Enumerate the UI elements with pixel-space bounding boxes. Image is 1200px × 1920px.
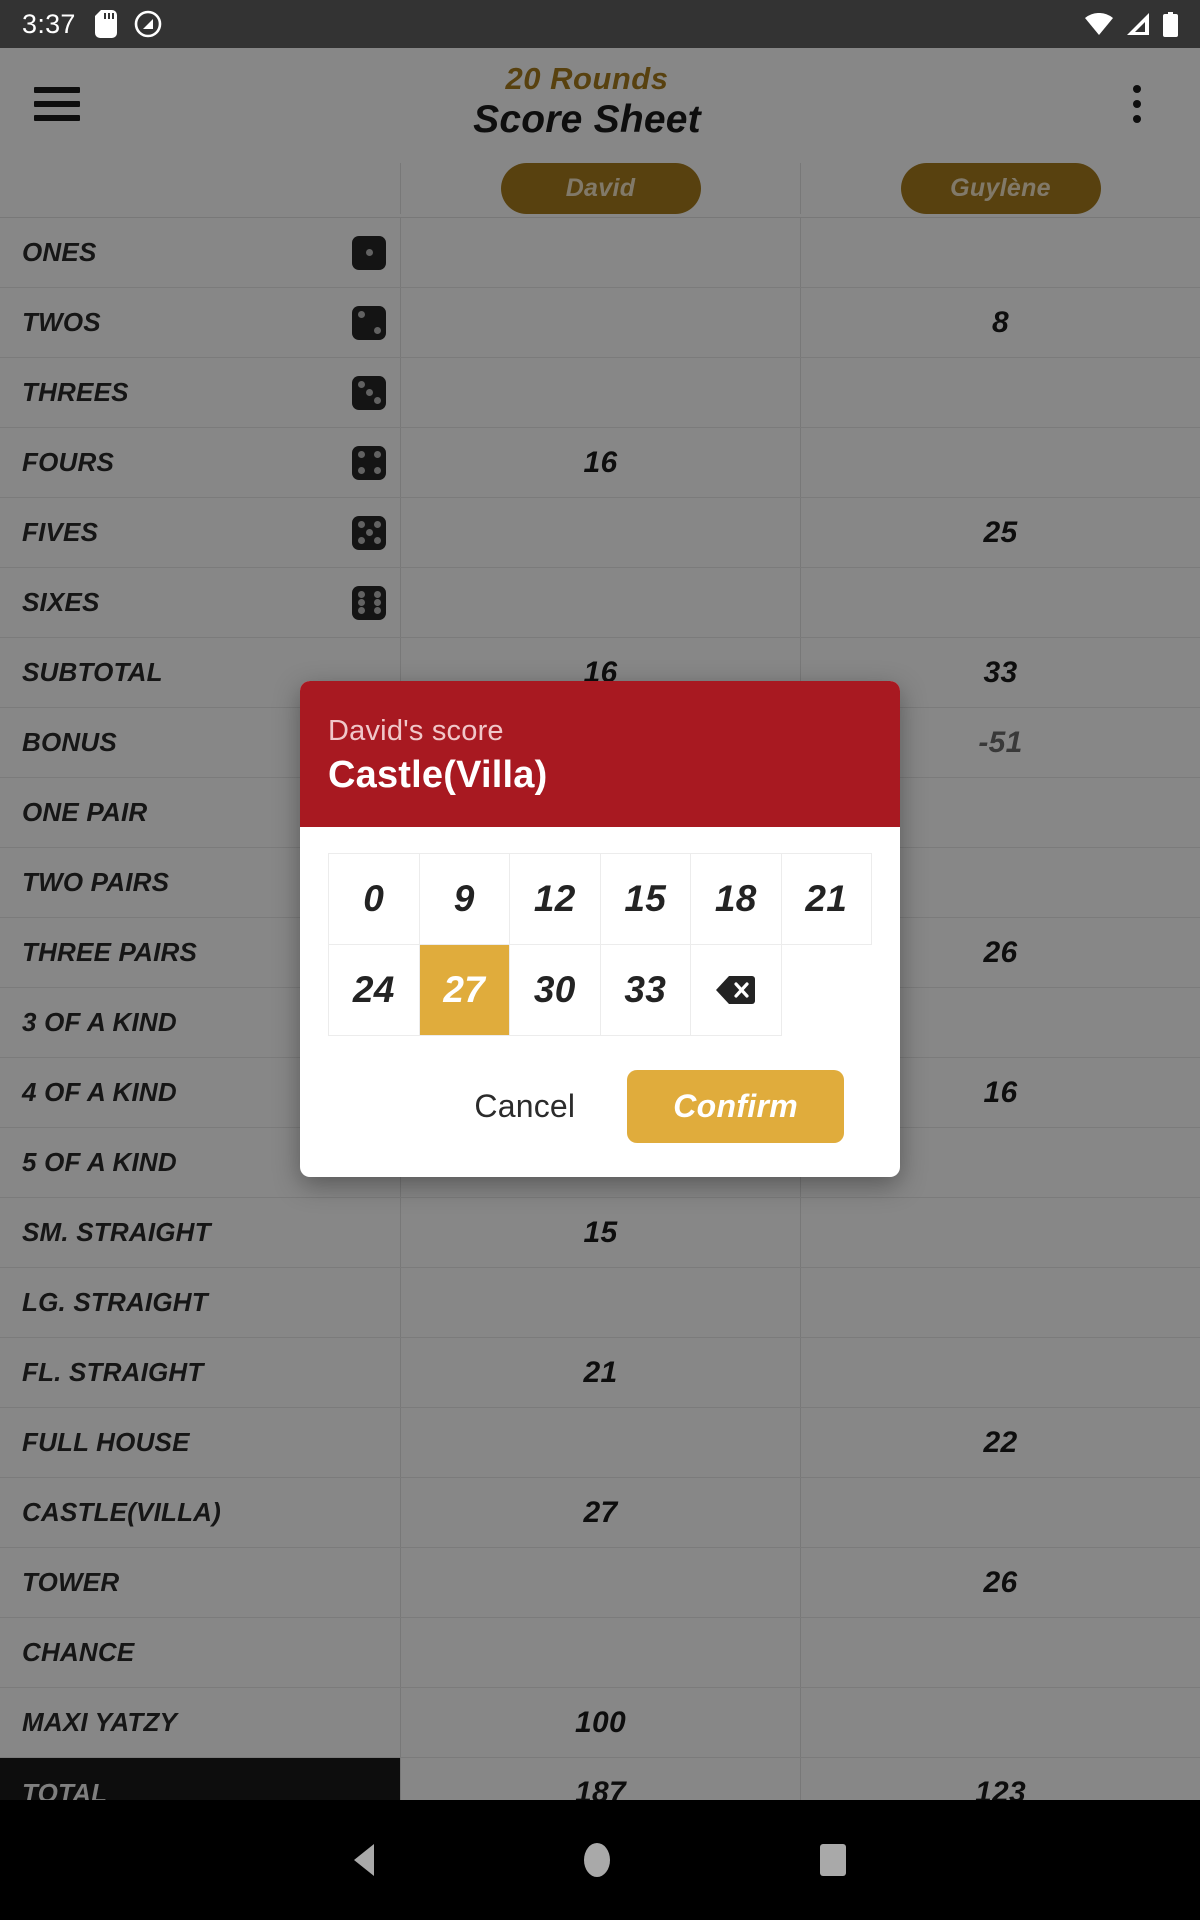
nav-recents-icon[interactable]: [820, 1844, 846, 1876]
status-bar-right-icons: [1085, 11, 1178, 37]
dialog-actions: Cancel Confirm: [328, 1036, 872, 1177]
score-keypad: 0 9 12 15 18 21 24 27 30 33: [328, 853, 872, 1036]
dialog-subtitle: David's score: [328, 715, 504, 747]
keypad-key-18[interactable]: 18: [691, 854, 782, 945]
do-not-disturb-icon: [134, 10, 162, 38]
battery-icon: [1163, 11, 1178, 37]
cancel-button[interactable]: Cancel: [440, 1074, 609, 1139]
nav-home-icon[interactable]: [584, 1843, 610, 1877]
system-navigation-bar: [0, 1800, 1200, 1920]
keypad-key-9[interactable]: 9: [419, 854, 510, 945]
app-root: 3:37 20 Rounds Score Sheet David Guylène…: [0, 0, 1200, 1920]
keypad-key-24[interactable]: 24: [329, 945, 420, 1036]
score-entry-dialog: David's score Castle(Villa) 0 9 12 15 18 21 24…: [300, 681, 900, 1177]
keypad-key-12[interactable]: 12: [510, 854, 601, 945]
keypad-key-21[interactable]: 21: [781, 854, 872, 945]
keypad-key-0[interactable]: 0: [329, 854, 420, 945]
keypad-key-33[interactable]: 33: [600, 945, 691, 1036]
confirm-button[interactable]: Confirm: [627, 1070, 844, 1143]
sd-card-icon: [94, 10, 117, 38]
status-bar-left-icons: [94, 10, 162, 38]
keypad-key-27[interactable]: 27: [419, 945, 510, 1036]
dialog-body: 0 9 12 15 18 21 24 27 30 33 Cancel Confirm: [300, 827, 900, 1177]
status-bar-clock: 3:37: [22, 8, 76, 39]
cellular-signal-icon: [1125, 13, 1151, 35]
nav-back-icon[interactable]: [354, 1844, 374, 1876]
keypad-key-15[interactable]: 15: [600, 854, 691, 945]
dialog-header: David's score Castle(Villa): [300, 681, 900, 827]
status-bar: 3:37: [0, 0, 1200, 48]
keypad-empty-cell: [781, 945, 872, 1036]
backspace-icon[interactable]: [691, 945, 782, 1036]
dialog-title: Castle(Villa): [328, 754, 548, 796]
wifi-icon: [1085, 13, 1113, 35]
keypad-key-30[interactable]: 30: [510, 945, 601, 1036]
